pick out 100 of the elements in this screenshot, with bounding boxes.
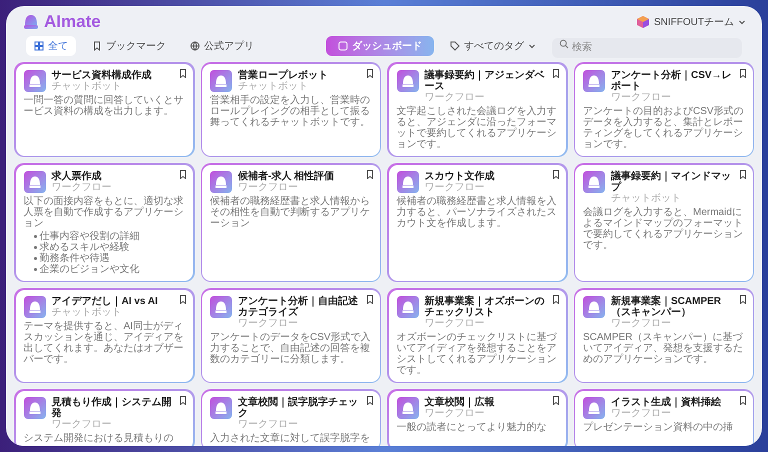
app-card[interactable]: 議事録要約｜マインドマップ チャットボット 会議ログを入力すると、Mermaidによるマインドマップのフォーマットで要約してくれるアプリケーションです。 xyxy=(574,163,754,282)
card-type: ワークフロー xyxy=(238,318,299,328)
card-description: オズボーンのチェックリストに基づいてアイディアを発想することをアシストしてくれるアプリケーションです。 xyxy=(396,332,558,376)
dashboard-icon xyxy=(338,41,348,51)
bookmark-icon[interactable] xyxy=(366,170,374,178)
bookmark-icon[interactable] xyxy=(366,396,374,404)
card-title: 議事録要約｜アジェンダベース xyxy=(424,70,546,92)
card-type: チャットボット xyxy=(52,80,122,92)
bookmark-icon[interactable] xyxy=(179,170,187,178)
card-title: 営業ロープレボット xyxy=(238,70,328,80)
card-type: チャットボット xyxy=(52,306,122,318)
card-title: 文章校閲｜広報 xyxy=(424,396,494,408)
filter-tab[interactable]: 全て xyxy=(26,36,76,56)
card-title: 求人票作成 xyxy=(52,170,102,182)
app-card[interactable]: アンケート分析｜CSV→レポート ワークフロー アンケートの目的およびCSV形式のデータを入力すると、集計とレポーティングをしてくれるアプリケーションです。 xyxy=(574,62,754,157)
card-description: SCAMPER（スキャンパー）に基づいてアイディア、発想を支援するためのアプリケーションです。 xyxy=(583,332,744,364)
card-type: ワークフロー xyxy=(424,318,486,328)
bookmark-icon[interactable] xyxy=(179,68,187,78)
card-title: アイデアだし｜AI vs AI xyxy=(52,296,158,306)
card-type: チャットボット xyxy=(238,80,309,92)
card-description: 文字起こしされた会議ログを入力すると、アジェンダに沿ったフォーマットで要約してくれるアプリケーションです。 xyxy=(396,106,558,150)
card-description: 候補者の職務経歴書と求人情報からその相性を自動で判断するアプリケーション xyxy=(210,196,371,228)
bookmark-icon[interactable] xyxy=(179,294,187,304)
card-type: ワークフロー xyxy=(238,182,299,192)
grid-icon xyxy=(34,41,44,51)
bookmark-icon[interactable] xyxy=(552,396,560,404)
app-card[interactable]: サービス資料構成作成 チャットボット 一問一答の質問に回答していくとサービス資料の構成を出力します。 xyxy=(14,62,194,157)
card-title: スカウト文作成 xyxy=(424,170,494,182)
card-type: ワークフロー xyxy=(611,92,672,102)
tag-icon xyxy=(450,41,460,51)
bookmark-icon[interactable] xyxy=(552,170,560,178)
card-title: 議事録要約｜マインドマップ xyxy=(611,170,732,192)
app-bell-icon xyxy=(24,170,46,192)
app-card[interactable]: 営業ロープレボット チャットボット 営業相手の設定を入力し、営業時のロールプレイングの相手として振る舞ってくれるチャットボットです。 xyxy=(200,62,381,157)
filter-tab[interactable]: ブックマーク xyxy=(84,36,174,56)
app-card[interactable]: 見積もり作成｜システム開発 ワークフロー システム開発における見積もりの xyxy=(14,389,194,446)
card-description: 営業相手の設定を入力し、営業時のロールプレイングの相手として振る舞ってくれるチャットボットです。 xyxy=(210,94,371,128)
app-card[interactable]: 新規事業案｜SCAMPER（スキャンパー） ワークフロー SCAMPER（スキャンパー）に基づいてアイディア、発想を支援するためのアプリケーションです。 xyxy=(574,288,754,383)
app-card[interactable]: アイデアだし｜AI vs AI チャットボット テーマを提供すると、AI同士がディスカッションを通じ、アイディアを出してくれます。あなたはオブザーバーです。 xyxy=(14,288,194,383)
app-bell-icon xyxy=(24,396,46,418)
bookmark-icon[interactable] xyxy=(738,170,746,178)
bookmark-icon[interactable] xyxy=(366,68,374,78)
app-bell-icon xyxy=(396,170,418,192)
app-card[interactable]: イラスト生成｜資料挿絵 ワークフロー プレゼンテーション資料の中の挿 xyxy=(574,389,754,446)
bookmark-icon[interactable] xyxy=(552,68,560,78)
card-type: ワークフロー xyxy=(611,408,672,418)
card-title: 新規事業案｜SCAMPER（スキャンパー） xyxy=(611,296,722,318)
filter-tab[interactable]: 公式アプリ xyxy=(182,36,262,56)
app-card[interactable]: アンケート分析｜自由記述カテゴライズ ワークフロー アンケートのデータをCSV形式で入力することで、自由記述の回答を複数のカテゴリーに分類します。 xyxy=(200,288,381,383)
card-description: 一般の読者にとってより魅力的な xyxy=(396,422,548,432)
bookmark-icon[interactable] xyxy=(552,294,560,304)
card-description: プレゼンテーション資料の中の挿 xyxy=(583,422,734,432)
app-bell-icon xyxy=(210,396,232,418)
card-type: ワークフロー xyxy=(424,182,486,192)
app-card[interactable]: 新規事業案｜オズボーンのチェックリスト ワークフロー オズボーンのチェックリストに基づいてアイディアを発想することをアシストしてくれるアプリケーションです。 xyxy=(387,288,568,383)
bullet-text: 仕事内容や役割の詳細 xyxy=(40,230,140,242)
tag-filter-dropdown[interactable]: すべてのタグ xyxy=(442,36,544,56)
bullet-text: 求めるスキルや経験 xyxy=(40,242,130,252)
bookmark-icon[interactable] xyxy=(179,396,187,404)
logo-icon xyxy=(22,13,40,31)
app-bell-icon xyxy=(24,70,46,92)
card-title: 新規事業案｜オズボーンのチェックリスト xyxy=(424,296,546,318)
app-bell-icon xyxy=(583,296,605,318)
card-title: アンケート分析｜自由記述カテゴライズ xyxy=(238,296,359,318)
app-card[interactable]: スカウト文作成 ワークフロー 候補者の職務経歴書と求人情報を入力すると、パーソナライズされたスカウト文を作成します。 xyxy=(387,163,568,282)
bookmark-icon[interactable] xyxy=(738,68,746,78)
chevron-down-icon xyxy=(528,42,536,50)
bullet-text: 勤務条件や待遇 xyxy=(40,252,110,264)
app-card[interactable]: 議事録要約｜アジェンダベース ワークフロー 文字起こしされた会議ログを入力すると、アジェンダに沿ったフォーマットで要約してくれるアプリケーションです。 xyxy=(387,62,568,157)
app-bell-icon xyxy=(583,170,605,192)
card-title: 見積もり作成｜システム開発 xyxy=(52,396,172,418)
card-type: ワークフロー xyxy=(424,408,486,418)
card-description: 一問一答の質問に回答していくとサービス資料の構成を出力します。 xyxy=(24,94,184,116)
app-card[interactable]: 候補者-求人 相性評価 ワークフロー 候補者の職務経歴書と求人情報からその相性を自動で判断するアプリケーション xyxy=(200,163,381,282)
card-type: チャットボット xyxy=(611,192,682,204)
card-title: イラスト生成｜資料挿絵 xyxy=(611,396,721,408)
app-card[interactable]: 文章校閲｜広報 ワークフロー 一般の読者にとってより魅力的な xyxy=(387,389,568,446)
team-switcher[interactable]: SNIFFOUTチーム xyxy=(636,14,746,30)
card-description: 候補者の職務経歴書と求人情報を入力すると、パーソナライズされたスカウト文を作成します。 xyxy=(396,196,558,228)
app-bell-icon xyxy=(210,170,232,192)
card-type: ワークフロー xyxy=(424,92,486,102)
bookmark-icon[interactable] xyxy=(738,396,746,404)
app-card[interactable]: 文章校閲｜誤字脱字チェック ワークフロー 入力された文章に対して誤字脱字を xyxy=(200,389,381,446)
card-description: システム開発における見積もりの xyxy=(24,432,174,444)
bookmark-icon[interactable] xyxy=(366,294,374,304)
bullet-text: 企業のビジョンや文化 xyxy=(40,264,140,274)
bookmark-icon[interactable] xyxy=(738,294,746,304)
search-icon xyxy=(559,39,569,49)
card-description: 会議ログを入力すると、Mermaidによるマインドマップのフォーマットで要約してくれるアプリケーションです。 xyxy=(583,206,744,250)
card-title: アンケート分析｜CSV→レポート xyxy=(611,70,733,92)
chevron-down-icon xyxy=(738,18,746,26)
card-type: ワークフロー xyxy=(238,418,299,430)
globe-icon xyxy=(190,41,200,51)
card-type: ワークフロー xyxy=(52,182,112,192)
app-card[interactable]: 求人票作成 ワークフロー 以下の面接内容をもとに、適切な求人票を自動で作成するアプリケーション 仕事内容や役割の詳細 求めるスキルや経験 勤務条件や待遇 企業のビジョンや文化 xyxy=(14,163,194,282)
team-cube-icon xyxy=(636,15,650,29)
card-type: ワークフロー xyxy=(52,418,112,430)
card-description: アンケートのデータをCSV形式で入力することで、自由記述の回答を複数のカテゴリーに分類します。 xyxy=(210,332,372,364)
search-field[interactable]: 検索 xyxy=(552,38,742,58)
app-bell-icon xyxy=(210,296,232,318)
